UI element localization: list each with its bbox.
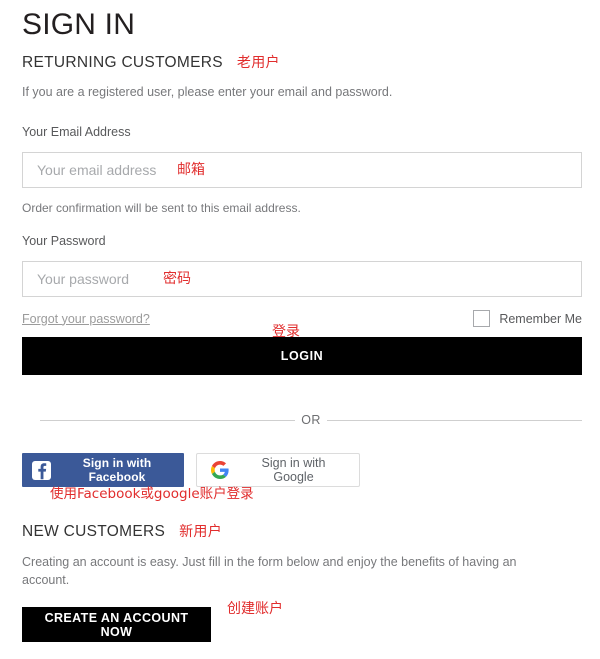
login-annotation: 登录: [272, 324, 300, 340]
social-login-row: Sign in with Facebook Sign in with Googl…: [22, 453, 582, 487]
google-sign-in-label: Sign in with Google: [261, 456, 326, 484]
new-customers-heading-label: NEW CUSTOMERS: [22, 523, 166, 540]
password-label: Your Password: [22, 234, 106, 248]
email-label: Your Email Address: [22, 125, 131, 139]
new-customers-heading: NEW CUSTOMERS 新用户: [22, 522, 582, 542]
create-account-annotation: 创建账户: [227, 601, 283, 617]
email-annotation: 邮箱: [177, 162, 205, 178]
facebook-sign-in-label: Sign in with Facebook: [82, 456, 152, 484]
returning-customers-heading-label: RETURNING CUSTOMERS: [22, 54, 223, 71]
divider-rule-left: [40, 419, 296, 421]
divider-rule-right: [326, 419, 582, 421]
facebook-icon: [32, 460, 51, 480]
password-annotation: 密码: [163, 271, 191, 287]
social-login-annotation: 使用Facebook或google账户登录: [50, 486, 254, 502]
login-button[interactable]: LOGIN: [22, 337, 582, 375]
sign-in-page: SIGN IN RETURNING CUSTOMERS 老用户 If you a…: [0, 0, 600, 659]
new-customers-description: Creating an account is easy. Just fill i…: [22, 555, 517, 587]
remember-me-label: Remember Me: [499, 311, 582, 326]
or-label: OR: [301, 413, 321, 427]
remember-me-wrap[interactable]: Remember Me: [473, 310, 582, 327]
google-sign-in-button[interactable]: Sign in with Google: [196, 453, 360, 487]
returning-customers-annotation: 老用户: [236, 55, 280, 71]
remember-me-checkbox[interactable]: [473, 310, 491, 327]
email-help-text: Order confirmation will be sent to this …: [22, 201, 301, 215]
password-input[interactable]: [22, 261, 582, 297]
google-icon: [211, 461, 229, 479]
new-customers-annotation: 新用户: [179, 524, 223, 540]
email-input[interactable]: [22, 152, 582, 188]
facebook-sign-in-button[interactable]: Sign in with Facebook: [22, 453, 184, 487]
or-divider: OR: [40, 413, 582, 427]
page-title: SIGN IN: [22, 8, 136, 41]
returning-customers-heading: RETURNING CUSTOMERS 老用户: [22, 42, 582, 73]
forgot-password-link[interactable]: Forgot your password?: [22, 312, 150, 326]
create-account-button[interactable]: CREATE AN ACCOUNT NOW: [22, 607, 211, 642]
password-options-row: Forgot your password? Remember Me: [22, 310, 582, 327]
returning-customers-intro: If you are a registered user, please ent…: [22, 85, 393, 99]
